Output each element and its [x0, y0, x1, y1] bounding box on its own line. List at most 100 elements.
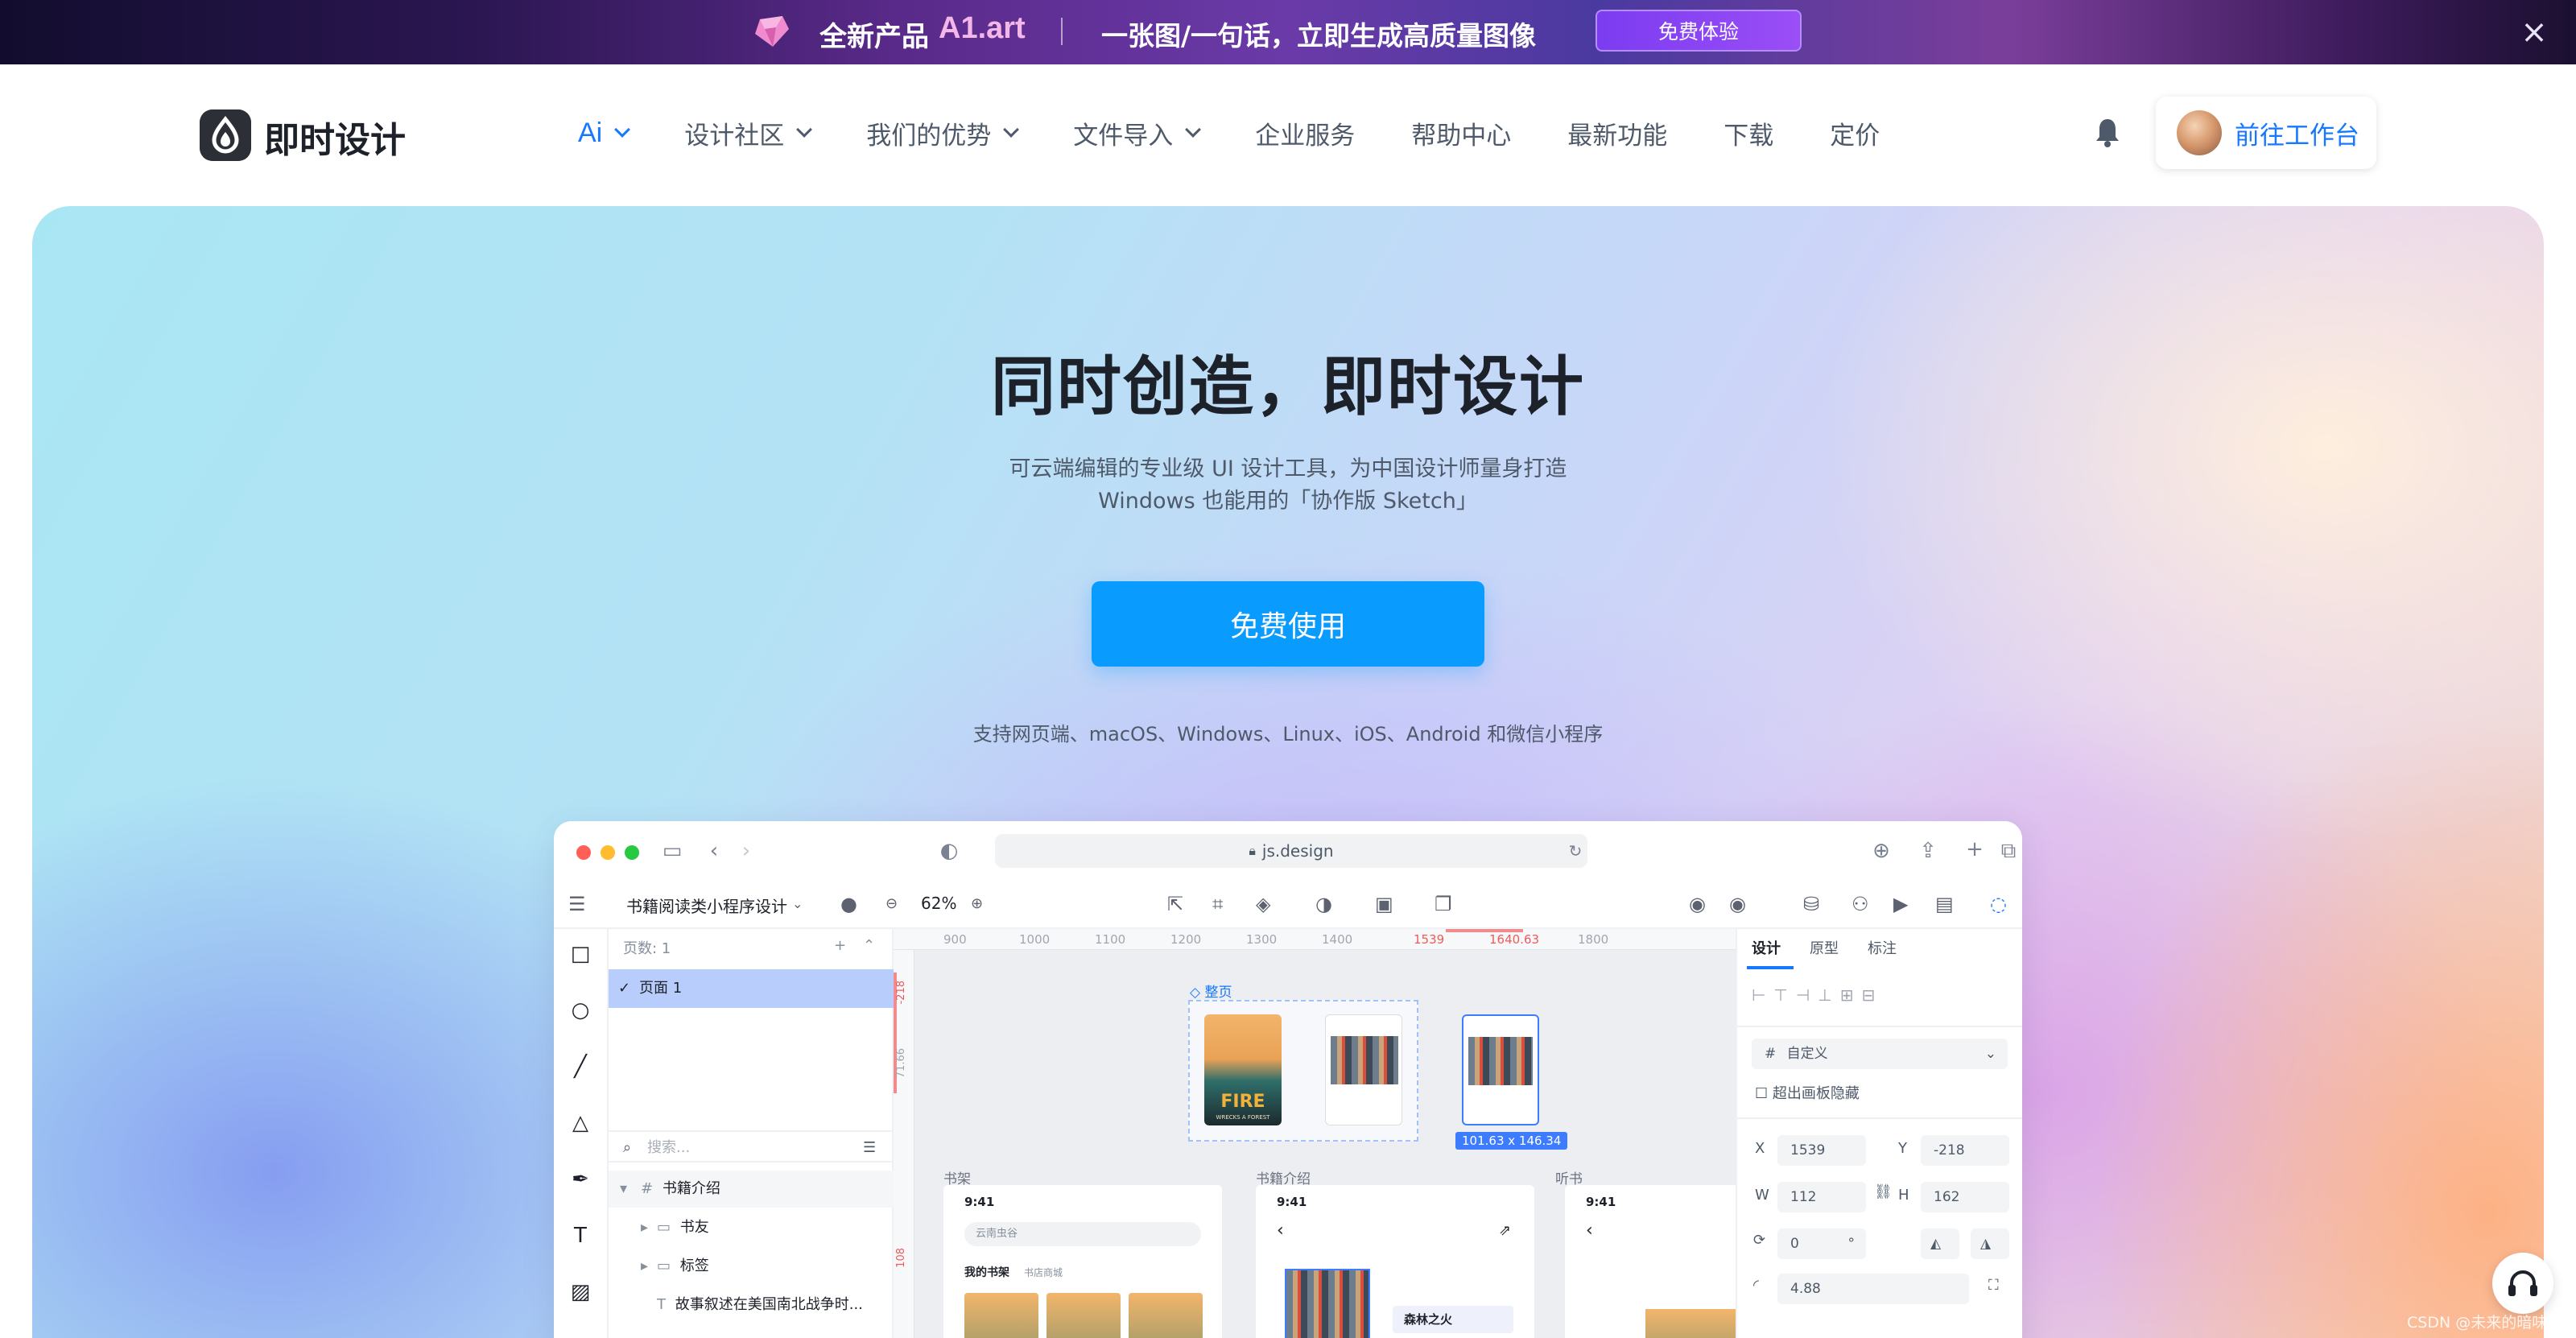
- caret-down-icon: ▾: [620, 1180, 628, 1197]
- go-to-workbench-button[interactable]: 前往工作台: [2156, 97, 2376, 169]
- nav-item-download[interactable]: 下载: [1724, 115, 1773, 151]
- text-tool-icon: T: [574, 1224, 587, 1248]
- book-cover: [1645, 1309, 1736, 1338]
- layout-icon: ▤: [1935, 893, 1954, 915]
- crop-icon: ⌗: [1212, 893, 1224, 915]
- page-item-label: 页面 1: [639, 980, 683, 997]
- ruler-tick: 1000: [1019, 932, 1051, 947]
- promo-brand[interactable]: A1.art: [939, 11, 1026, 46]
- bell-icon[interactable]: [2093, 116, 2122, 148]
- w-label: W: [1755, 1187, 1769, 1204]
- phone-frame-bookshelf: 9:41 云南虫谷 我的书架 书店商城: [943, 1185, 1222, 1338]
- vertical-ruler: -218 71.66 108: [894, 950, 914, 1338]
- watermark-text: CSDN @未来的暗味喀: [2407, 1314, 2563, 1332]
- selected-book-cover[interactable]: [1462, 1014, 1539, 1125]
- assets-icon: ⛁: [1803, 893, 1820, 915]
- tools-sidebar: □ ○ ╱ △ ✒︎ T ▨: [554, 929, 609, 1338]
- nav-item-whats-new[interactable]: 最新功能: [1567, 115, 1667, 151]
- ruler-tick: 71.66: [895, 1048, 907, 1079]
- poster-subtitle: WRECKS A FOREST: [1216, 1114, 1270, 1121]
- shield-icon: ◐: [939, 839, 959, 863]
- properties-panel: 设计 原型 标注 ⊢⊤⊣⊥⊞⊟ # 自定义 ⌄ ☐ 超出画板隐藏 X 1539 …: [1736, 929, 2022, 1338]
- url-text: js.design: [1261, 841, 1334, 861]
- caret-right-icon: ▸: [641, 1257, 649, 1274]
- back-icon: ‹: [1277, 1220, 1284, 1241]
- tab-annotation[interactable]: 标注: [1868, 937, 1897, 958]
- nav-item-label: 设计社区: [684, 121, 785, 151]
- nav-item-pricing[interactable]: 定价: [1830, 115, 1880, 151]
- chevron-down-icon: [1003, 122, 1020, 138]
- phone-search: 云南虫谷: [964, 1222, 1201, 1246]
- collaborator-avatar: ◉: [1689, 893, 1706, 915]
- nav-item-label: 文件导入: [1073, 121, 1174, 151]
- nav-item-import[interactable]: 文件导入: [1073, 115, 1202, 151]
- add-page-icon: +: [834, 937, 847, 954]
- h-label: H: [1898, 1187, 1909, 1204]
- promo-banner: 全新产品 A1.art 一张图/一句话，立即生成高质量图像 免费体验 ×: [0, 0, 2576, 64]
- free-trial-button[interactable]: 免费体验: [1596, 10, 1802, 52]
- customer-support-button[interactable]: [2492, 1253, 2553, 1314]
- nav-menu: Ai 设计社区 我们的优势 文件导入 企业服务 帮助中心 最新功能 下载 定价: [578, 113, 1936, 153]
- height-field: 162: [1921, 1182, 2009, 1212]
- ruler-tick: 1200: [1170, 932, 1202, 947]
- layer-label: 标签: [679, 1257, 709, 1274]
- free-use-button[interactable]: 免费使用: [1092, 581, 1484, 667]
- zoom-in-icon: ⊕: [971, 895, 984, 912]
- selection-size-badge: 101.63 x 146.34: [1455, 1132, 1568, 1150]
- filter-icon: ☰: [863, 1139, 877, 1156]
- nav-item-enterprise[interactable]: 企业服务: [1255, 115, 1355, 151]
- book-cover-group: [1325, 1014, 1402, 1125]
- phone-time: 9:41: [964, 1195, 995, 1209]
- layer-row: ▸ ▭ 标签: [609, 1248, 894, 1285]
- book-cover: [1046, 1293, 1121, 1338]
- nav-item-label: Ai: [578, 117, 603, 148]
- corner-radius-icon: ◜: [1753, 1277, 1759, 1294]
- top-nav: 即时设计 Ai 设计社区 我们的优势 文件导入 企业服务 帮助中心 最新功能 下…: [0, 64, 2576, 206]
- logo-text[interactable]: 即时设计: [264, 111, 406, 163]
- nav-item-help[interactable]: 帮助中心: [1411, 115, 1511, 151]
- frame-preset-select: # 自定义 ⌄: [1752, 1039, 2008, 1069]
- check-icon: ✓: [618, 980, 631, 997]
- share-icon: ⇪: [1919, 839, 1937, 863]
- chevron-down-icon: ⌄: [1984, 1046, 1996, 1062]
- design-canvas: 900 1000 1100 1200 1300 1400 1539 1640.6…: [894, 929, 1736, 1338]
- rotation-icon: ⟳: [1753, 1232, 1766, 1249]
- rotation-field: 0 °: [1777, 1229, 1866, 1259]
- play-icon: ▶: [1893, 893, 1909, 915]
- ruler-tick: 108: [895, 1248, 907, 1268]
- tab-prototype[interactable]: 原型: [1810, 937, 1839, 958]
- comments-icon: ●: [840, 893, 857, 915]
- tab-design[interactable]: 设计: [1752, 937, 1781, 958]
- nav-item-ai[interactable]: Ai: [578, 117, 631, 149]
- minimize-window-dot: [601, 845, 615, 860]
- clip-content-label: 超出画板隐藏: [1772, 1085, 1860, 1102]
- poster-title: FIRE: [1220, 1092, 1265, 1112]
- ruler-tick: 1800: [1578, 932, 1609, 947]
- sync-icon: ◌: [1990, 893, 2007, 915]
- independent-corners-icon: ⛶: [1988, 1277, 1999, 1294]
- frame-label-text: 整页: [1204, 985, 1232, 1001]
- avatar: [2177, 110, 2222, 155]
- flip-vertical-icon: ◮: [1971, 1229, 2009, 1259]
- book-cover-fire: FIRE WRECKS A FOREST: [1204, 1014, 1282, 1125]
- book-cover: [1285, 1269, 1370, 1338]
- nav-item-advantages[interactable]: 我们的优势: [866, 115, 1020, 151]
- nav-item-label: 我们的优势: [866, 121, 992, 151]
- logo-icon[interactable]: [200, 109, 251, 161]
- active-tab-indicator: [1747, 966, 1794, 969]
- zoom-level: 62%: [921, 894, 957, 913]
- rotation-unit: °: [1847, 1236, 1856, 1252]
- folder-icon: ▭: [657, 1219, 671, 1236]
- frame-icon: #: [641, 1180, 654, 1197]
- close-icon[interactable]: ×: [2518, 16, 2550, 48]
- ruler-tick: -218: [895, 981, 907, 1005]
- address-bar: 🔒︎ js.design: [995, 834, 1587, 868]
- nav-item-community[interactable]: 设计社区: [684, 115, 813, 151]
- y-label: Y: [1898, 1140, 1907, 1157]
- ruler-tick: 1300: [1246, 932, 1278, 947]
- clip-content-checkbox: ☐ 超出画板隐藏: [1755, 1085, 1860, 1102]
- hero-subtitle-line2: Windows 也能用的「协作版 Sketch」: [1098, 489, 1478, 514]
- workbench-label: 前往工作台: [2235, 121, 2359, 151]
- app-window-mockup: ▭ ‹ › ◐ 🔒︎ js.design ↻ ⊕ ⇪ + ⧉ ☰ 书籍阅读类小程…: [554, 821, 2022, 1338]
- back-icon: ‹: [709, 839, 719, 863]
